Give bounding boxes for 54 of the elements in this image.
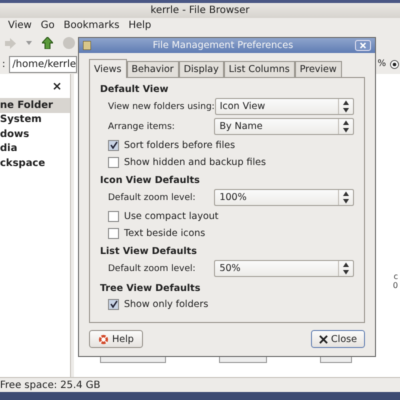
location-label: : <box>2 58 6 70</box>
tab[interactable]: Views <box>89 59 126 78</box>
field-label: Default zoom level: <box>108 192 197 202</box>
dropdown-icon[interactable] <box>26 41 32 45</box>
close-button[interactable]: Close <box>311 330 365 348</box>
field-label: Default zoom level: <box>108 264 197 274</box>
radio-icon[interactable] <box>390 60 399 68</box>
zoom-label: % <box>377 59 386 69</box>
location-field[interactable]: /home/kerrle <box>9 56 78 72</box>
section-heading: Tree View Defaults <box>100 283 202 294</box>
close-icon[interactable] <box>355 40 371 51</box>
checkbox[interactable] <box>108 140 119 150</box>
section-heading: Icon View Defaults <box>100 175 201 186</box>
checkbox[interactable] <box>108 210 119 222</box>
dialog-title: File Management Preferences <box>152 40 294 51</box>
dropdown[interactable]: 50% <box>214 260 354 277</box>
checkbox-label[interactable]: Text beside icons <box>124 228 206 238</box>
section-heading: List View Defaults <box>100 246 198 257</box>
app-icon <box>83 41 91 50</box>
menu-item[interactable]: Go <box>40 20 55 30</box>
file-label: c <box>394 272 398 281</box>
checkbox[interactable] <box>108 298 119 310</box>
sidebar-item[interactable]: ckspace <box>0 156 70 170</box>
file-label: 0 <box>392 281 398 290</box>
field-label: Arrange items: <box>108 122 176 132</box>
sidebar-item[interactable]: System <box>0 112 70 127</box>
checkbox[interactable] <box>108 228 119 238</box>
checkbox-label[interactable]: Show only folders <box>124 298 208 310</box>
menu-item[interactable]: View <box>8 20 32 30</box>
checkbox-label[interactable]: Use compact layout <box>124 210 219 222</box>
help-button[interactable]: Help <box>89 330 143 348</box>
close-icon[interactable]: × <box>52 79 62 93</box>
dropdown[interactable]: Icon View <box>214 98 354 115</box>
tab[interactable]: Behavior <box>126 61 179 78</box>
dropdown[interactable]: 100% <box>214 189 354 206</box>
close-icon <box>319 334 328 344</box>
window-title: kerrle - File Browser <box>150 5 250 16</box>
sidebar-item[interactable]: dia <box>0 142 70 156</box>
status-text: Free space: 25.4 GB <box>0 380 100 390</box>
up-arrow-icon[interactable] <box>42 37 53 49</box>
menu-item[interactable]: Help <box>128 20 152 30</box>
lifebuoy-icon <box>98 334 110 344</box>
menu-item[interactable]: Bookmarks <box>64 20 120 30</box>
checkbox-label[interactable]: Show hidden and backup files <box>124 156 266 168</box>
sidebar-item[interactable]: ne Folder <box>0 98 70 112</box>
tab[interactable]: List Columns <box>224 61 295 78</box>
sidebar-item[interactable]: dows <box>0 127 70 142</box>
checkbox-label[interactable]: Sort folders before files <box>124 140 236 150</box>
dropdown[interactable]: By Name <box>214 118 354 135</box>
field-label: View new folders using: <box>108 102 215 112</box>
section-heading: Default View <box>100 84 170 95</box>
checkbox[interactable] <box>108 156 119 168</box>
tab[interactable]: Preview <box>294 61 342 78</box>
tab[interactable]: Display <box>178 61 224 78</box>
